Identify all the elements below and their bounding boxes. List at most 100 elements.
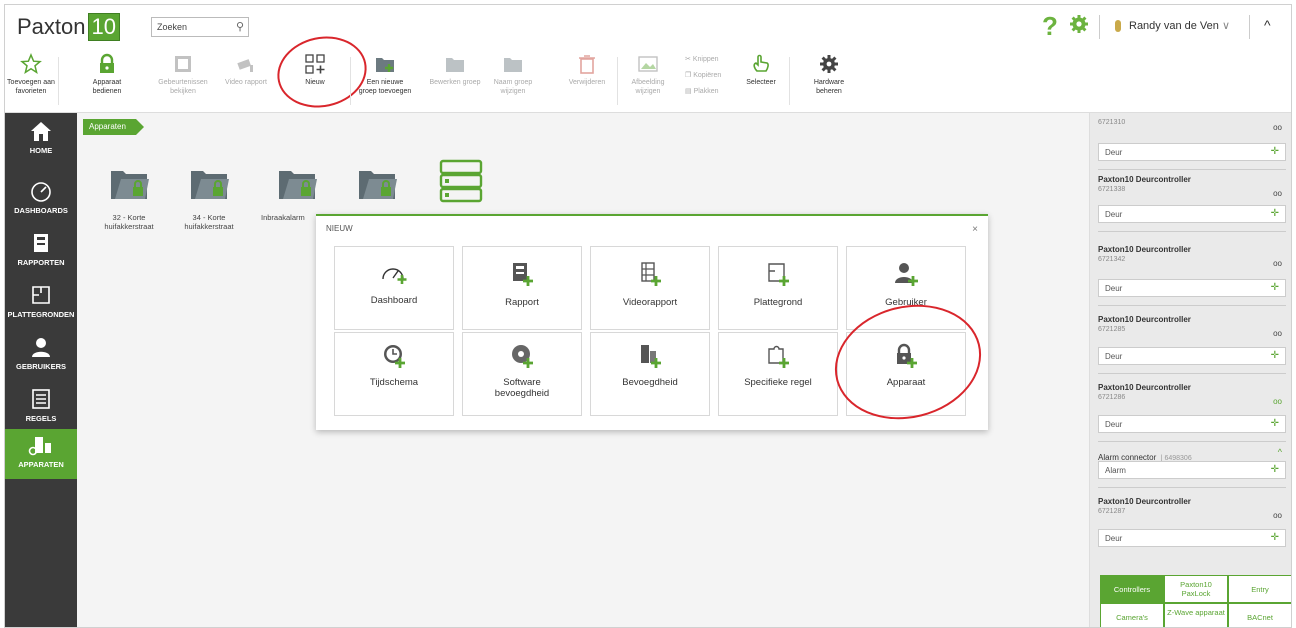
sidebar-item-reports[interactable]: RAPPORTEN xyxy=(5,225,77,281)
door-field[interactable]: Deur ✛ xyxy=(1098,415,1286,433)
folder-item[interactable] xyxy=(345,165,409,213)
close-icon[interactable]: × xyxy=(972,224,978,235)
paxlock-button[interactable]: Paxton10 PaxLock xyxy=(1164,575,1228,603)
z-wave-button[interactable]: Z-Wave apparaat xyxy=(1164,603,1228,627)
folder-add-icon xyxy=(376,58,394,72)
view-events-button[interactable]: Gebeurtenissen bekijken xyxy=(157,53,209,96)
locked-folder-icon xyxy=(191,171,229,199)
locked-folder-icon xyxy=(111,171,149,199)
door-field[interactable]: Deur ✛ xyxy=(1098,279,1286,297)
collapse-ribbon-button[interactable]: ^ xyxy=(1264,17,1271,33)
device-card[interactable]: Paxton10 Deurcontroller 6721287 oo xyxy=(1098,497,1286,520)
dialog-title: NIEUW xyxy=(326,224,353,233)
breadcrumb[interactable]: Apparaten xyxy=(83,119,144,135)
select-button[interactable]: Selecteer xyxy=(741,53,781,87)
locked-folder-icon xyxy=(359,171,397,199)
door-field[interactable]: Deur ✛ xyxy=(1098,205,1286,223)
clock-icon xyxy=(384,345,405,368)
chevron-down-icon: ∨ xyxy=(1221,20,1231,32)
device-card[interactable]: 6721310 oo xyxy=(1098,117,1286,132)
user-add-icon xyxy=(895,263,918,286)
move-icon[interactable]: ✛ xyxy=(1271,146,1279,157)
copy-button[interactable]: ❐ Kopiëren xyxy=(685,71,721,79)
home-icon xyxy=(31,122,51,141)
locked-folder-icon xyxy=(279,171,317,199)
help-icon[interactable]: ? xyxy=(1042,11,1058,42)
server-rack-icon[interactable] xyxy=(439,159,483,203)
padlock-icon xyxy=(100,53,114,73)
dashboard-gauge-icon xyxy=(382,268,407,284)
events-list-icon xyxy=(175,56,191,72)
sidebar-item-devices[interactable]: APPARATEN xyxy=(5,429,77,479)
change-image-button[interactable]: Afbeelding wijzigen xyxy=(625,53,671,96)
cut-button[interactable]: ✂ Knippen xyxy=(685,55,719,63)
copy-icon: ❐ xyxy=(685,72,692,79)
video-report-button[interactable]: Video rapport xyxy=(219,53,273,87)
new-item-dialog: NIEUW × Dashboard Rapport Videorapport P… xyxy=(316,214,994,435)
sidebar-item-dashboards[interactable]: DASHBOARDS xyxy=(5,173,77,229)
door-field[interactable]: Deur ✛ xyxy=(1098,347,1286,365)
sidebar-item-floorplans[interactable]: PLATTEGRONDEN xyxy=(5,277,77,333)
user-menu[interactable]: Randy van de Ven ∨ xyxy=(1115,19,1231,33)
rename-group-button[interactable]: Naam groep wijzigen xyxy=(489,53,537,96)
tile-video-report[interactable]: Videorapport xyxy=(590,246,710,330)
status-indicator: oo xyxy=(1273,397,1282,406)
film-icon xyxy=(641,262,661,286)
user-icon xyxy=(32,338,50,357)
settings-gear-icon[interactable] xyxy=(1069,14,1089,34)
building-permission-icon xyxy=(641,345,661,368)
tile-report[interactable]: Rapport xyxy=(462,246,582,330)
top-bar: Paxton 10 Zoeken ⚲ ? Randy van de Ven ∨ ^ xyxy=(5,5,1291,49)
operate-device-button[interactable]: Apparaat bedienen xyxy=(81,53,133,96)
search-input[interactable]: Zoeken ⚲ xyxy=(151,17,249,37)
manage-hardware-button[interactable]: Hardware beheren xyxy=(805,53,853,96)
chevron-up-icon[interactable]: ^ xyxy=(1278,447,1282,457)
search-icon[interactable]: ⚲ xyxy=(236,20,244,33)
folder-item[interactable]: 34 - Korte huifakkerstraat xyxy=(177,165,241,231)
report-icon xyxy=(34,234,48,252)
divider xyxy=(1249,15,1250,39)
device-card[interactable]: Paxton10 Deurcontroller 6721286 oo xyxy=(1098,383,1286,406)
move-icon[interactable]: ✛ xyxy=(1271,208,1279,219)
move-icon[interactable]: ✛ xyxy=(1271,418,1279,429)
tile-permission[interactable]: Bevoegdheid xyxy=(590,332,710,416)
tile-specific-rule[interactable]: Specifieke regel xyxy=(718,332,838,416)
device-card[interactable]: Paxton10 Deurcontroller 6721338 oo xyxy=(1098,175,1286,198)
trash-icon xyxy=(579,55,595,74)
tile-dashboard[interactable]: Dashboard xyxy=(334,246,454,330)
sidebar: HOME DASHBOARDS RAPPORTEN PLATTEGRONDEN … xyxy=(5,113,77,627)
alarm-field[interactable]: Alarm ✛ xyxy=(1098,461,1286,479)
paste-button[interactable]: ▤ Plakken xyxy=(685,87,718,95)
toolbar-ribbon: Toevoegen aan favorieten Apparaat bedien… xyxy=(5,28,1291,116)
device-card[interactable]: Paxton10 Deurcontroller 6721342 oo xyxy=(1098,245,1286,268)
device-card[interactable]: Paxton10 Deurcontroller 6721285 oo xyxy=(1098,315,1286,338)
image-icon xyxy=(638,56,658,72)
device-list-panel: 6721310 oo Deur ✛ Paxton10 Deurcontroller… xyxy=(1089,113,1291,627)
report-icon xyxy=(513,263,533,286)
add-group-button[interactable]: Een nieuwe groep toevoegen xyxy=(357,53,413,96)
move-icon[interactable]: ✛ xyxy=(1271,282,1279,293)
sidebar-item-users[interactable]: GEBRUIKERS xyxy=(5,329,77,385)
bacnet-button[interactable]: BACnet xyxy=(1228,603,1291,627)
paste-icon: ▤ xyxy=(685,88,692,95)
tile-software-permission[interactable]: Software bevoegdheid xyxy=(462,332,582,416)
tile-floorplan[interactable]: Plattegrond xyxy=(718,246,838,330)
edit-group-button[interactable]: Bewerken groep xyxy=(425,53,485,87)
entry-button[interactable]: Entry xyxy=(1228,575,1291,603)
move-icon[interactable]: ✛ xyxy=(1271,464,1279,475)
folder-icon xyxy=(504,58,522,72)
category-button-grid: Controllers Paxton10 PaxLock Entry Camer… xyxy=(1100,575,1291,627)
move-icon[interactable]: ✛ xyxy=(1271,350,1279,361)
folder-item[interactable]: 32 - Korte huifakkerstraat xyxy=(97,165,161,231)
star-icon xyxy=(20,53,42,75)
tile-schedule[interactable]: Tijdschema xyxy=(334,332,454,416)
add-to-favorites-button[interactable]: Toevoegen aan favorieten xyxy=(7,53,55,96)
move-icon[interactable]: ✛ xyxy=(1271,532,1279,543)
controllers-button[interactable]: Controllers xyxy=(1100,575,1164,603)
divider xyxy=(1099,15,1100,39)
sidebar-item-home[interactable]: HOME xyxy=(5,113,77,169)
cameras-button[interactable]: Camera's xyxy=(1100,603,1164,627)
delete-button[interactable]: Verwijderen xyxy=(563,53,611,87)
door-field[interactable]: Deur ✛ xyxy=(1098,143,1286,161)
door-field[interactable]: Deur ✛ xyxy=(1098,529,1286,547)
